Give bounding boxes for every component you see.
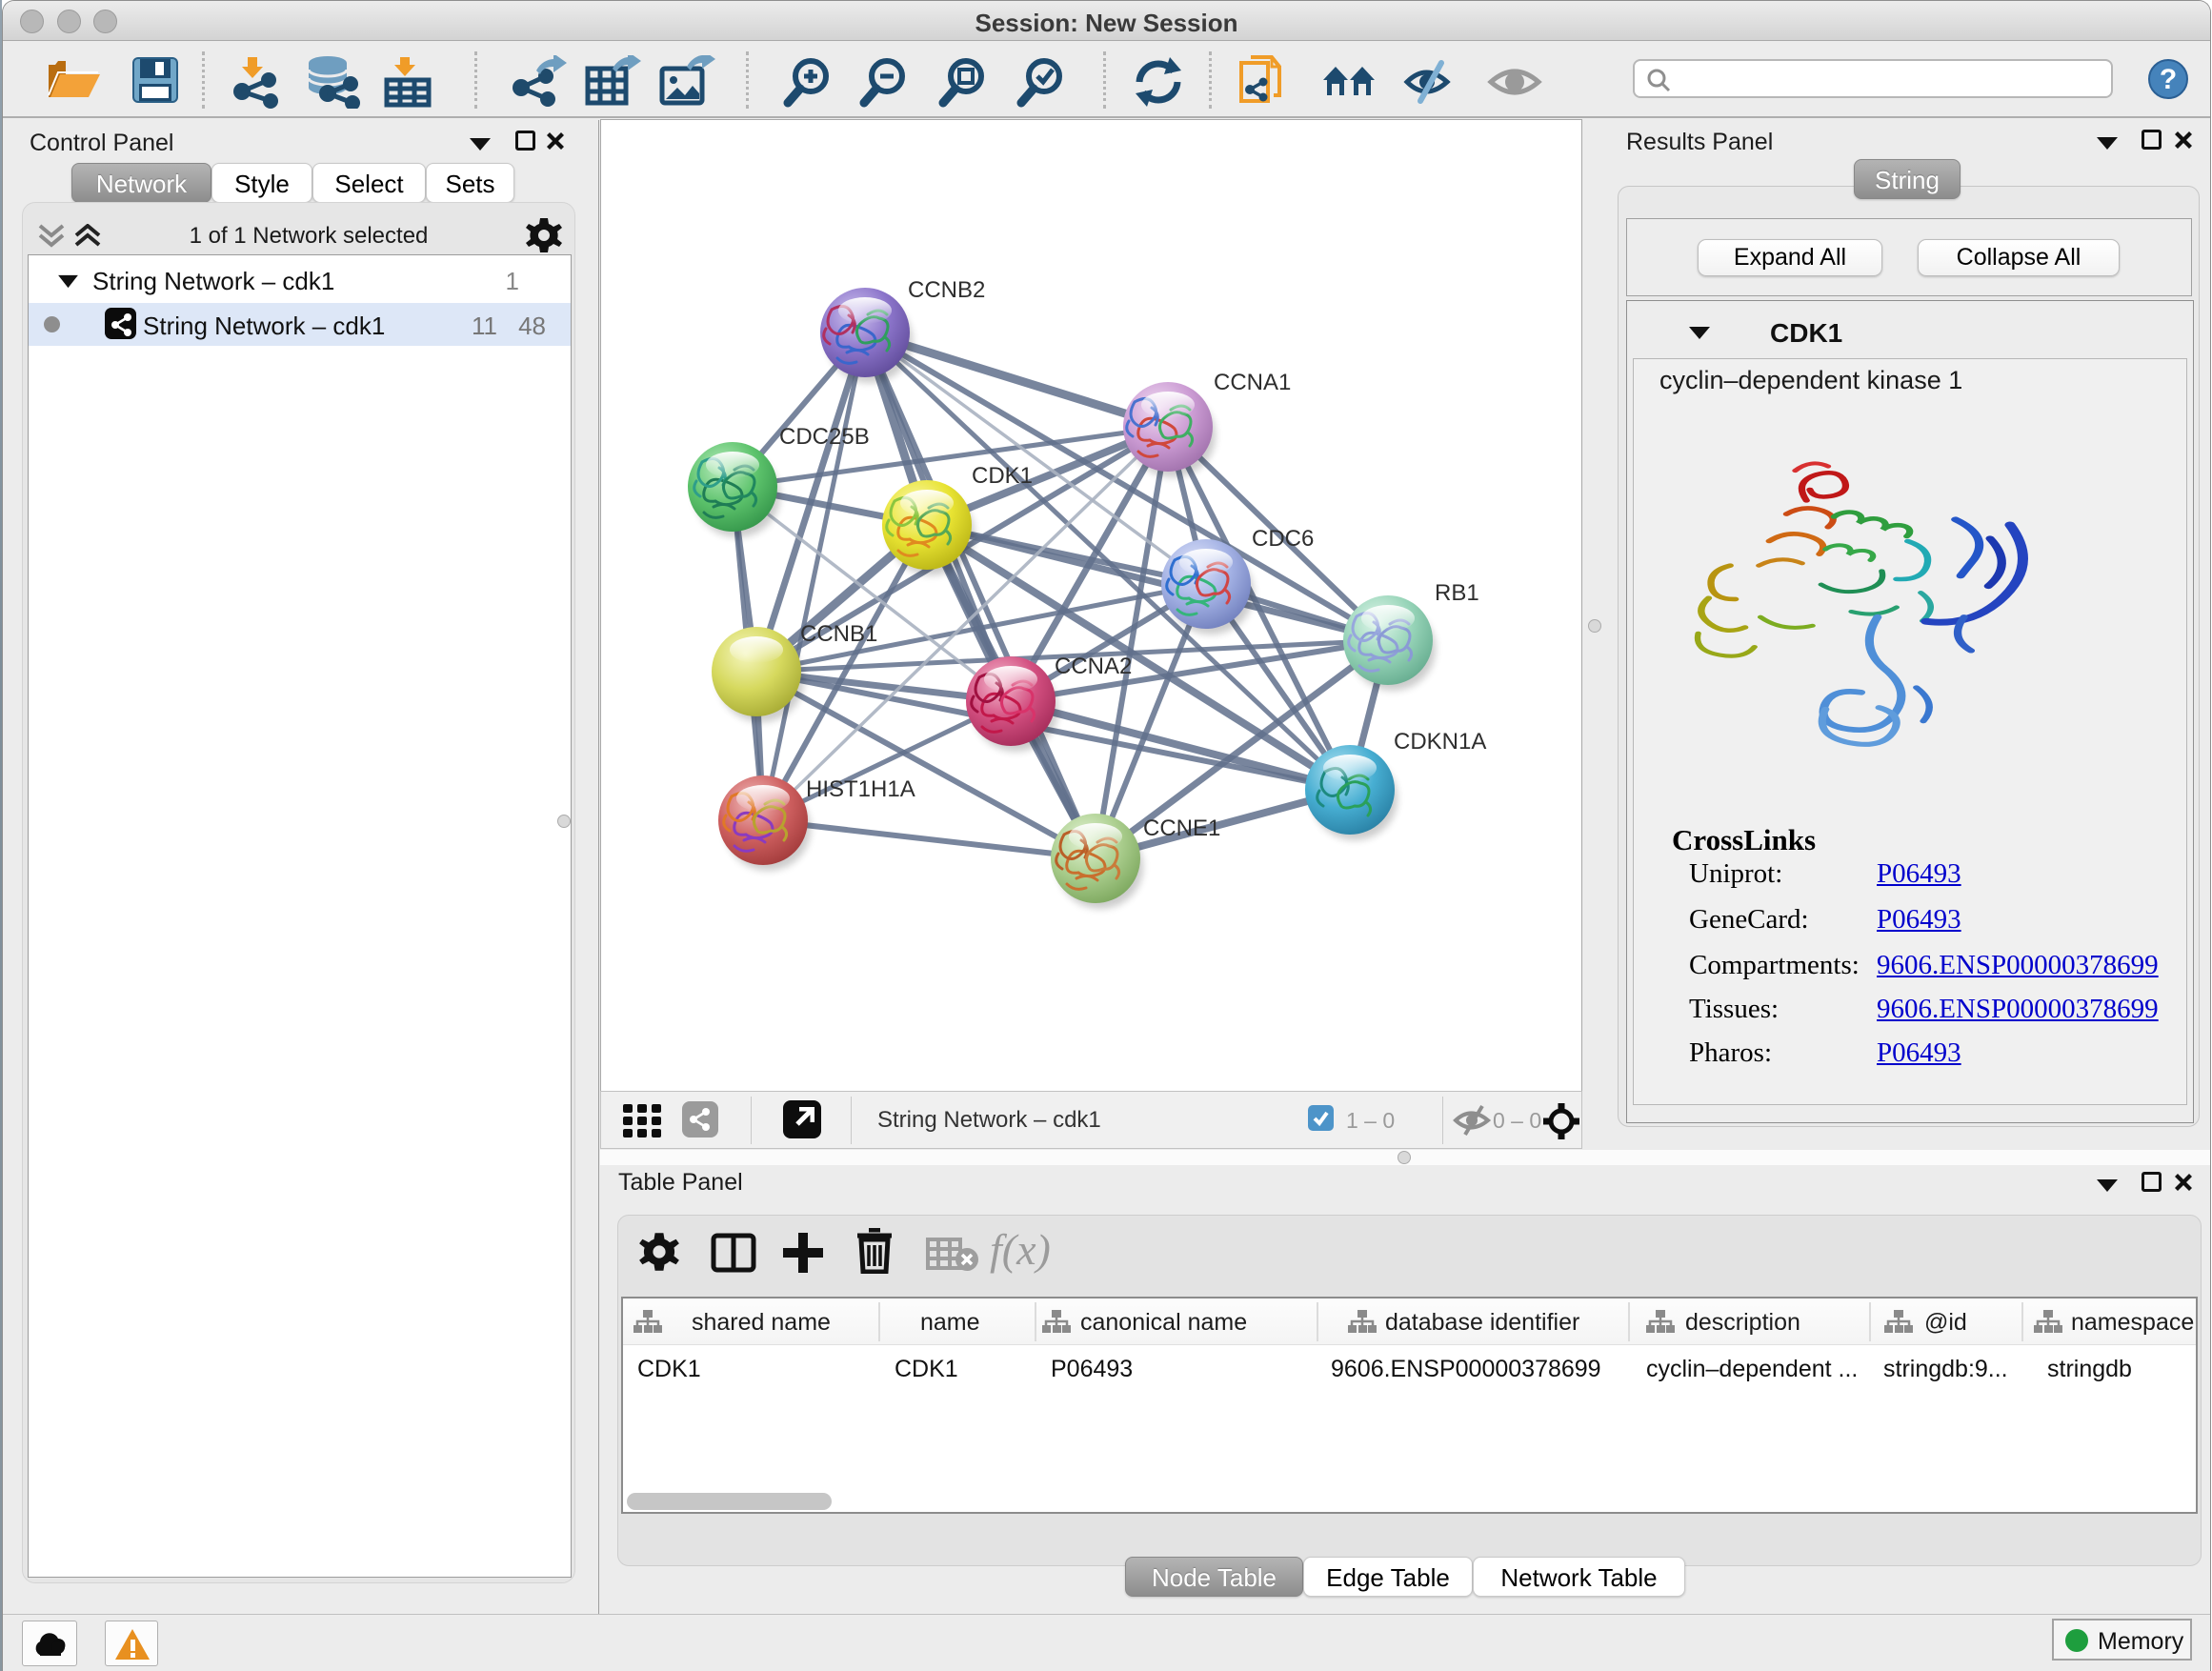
svg-text:CDC25B: CDC25B xyxy=(779,424,870,450)
svg-text:CDC6: CDC6 xyxy=(1252,526,1314,552)
svg-text:CCNA2: CCNA2 xyxy=(1055,654,1132,679)
svg-text:CDK1: CDK1 xyxy=(972,463,1033,489)
svg-text:CCNB2: CCNB2 xyxy=(908,277,985,303)
svg-text:CCNA1: CCNA1 xyxy=(1214,370,1291,395)
svg-text:CCNB1: CCNB1 xyxy=(800,621,877,647)
svg-text:CCNE1: CCNE1 xyxy=(1143,815,1220,841)
svg-text:RB1: RB1 xyxy=(1435,580,1479,606)
svg-text:CDKN1A: CDKN1A xyxy=(1394,729,1486,755)
svg-text:HIST1H1A: HIST1H1A xyxy=(806,776,915,802)
